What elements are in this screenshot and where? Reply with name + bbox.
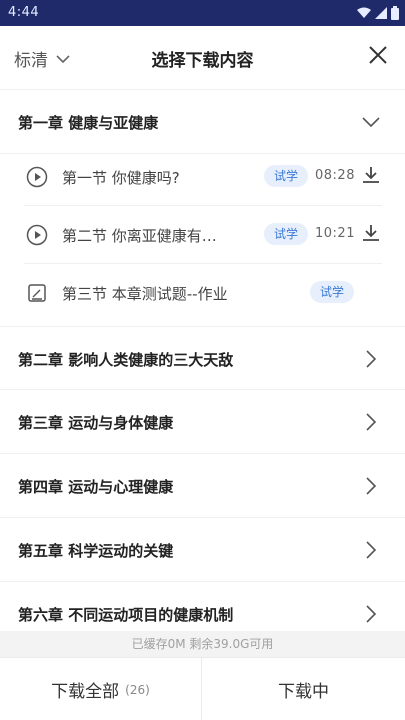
chapter-label: 第一章 健康与亚健康	[18, 114, 159, 132]
page-title: 选择下载内容	[151, 51, 254, 71]
dialog-header: 标清 选择下载内容	[0, 26, 405, 90]
close-button[interactable]	[365, 42, 391, 68]
play-circle-icon	[26, 166, 48, 188]
download-icon[interactable]	[360, 222, 382, 244]
battery-icon	[391, 6, 399, 20]
status-time: 4:44	[8, 5, 40, 20]
chapter-4-row[interactable]: 第四章 运动与心理健康	[0, 454, 405, 518]
close-icon	[369, 46, 387, 64]
downloading-button[interactable]: 下载中	[202, 658, 405, 720]
chevron-right-icon	[366, 350, 377, 368]
chapter-label: 第三章 运动与身体健康	[18, 414, 174, 432]
duration: 10:21	[315, 226, 355, 241]
section-label: 第二节 你离亚健康有…	[62, 227, 217, 245]
status-icons	[357, 6, 399, 20]
download-all-label: 下载全部	[51, 682, 120, 702]
chapter-label: 第二章 影响人类健康的三大天敌	[18, 351, 234, 369]
wifi-icon	[357, 7, 371, 18]
trial-badge: 试学	[264, 223, 309, 245]
chevron-right-icon	[366, 541, 377, 559]
chapter-label: 第四章 运动与心理健康	[18, 478, 174, 496]
section-label: 第一节 你健康吗?	[62, 169, 180, 187]
chapter-label: 第六章 不同运动项目的健康机制	[18, 606, 234, 624]
chevron-right-icon	[366, 605, 377, 623]
chapter-1-row[interactable]: 第一章 健康与亚健康	[0, 90, 405, 154]
chevron-right-icon	[366, 477, 377, 495]
footer: 下载全部 (26) 下载中	[0, 657, 405, 720]
section-row-3[interactable]: 第三节 本章测试题--作业 试学	[24, 264, 382, 322]
download-icon[interactable]	[360, 164, 382, 186]
chapter-2-row[interactable]: 第二章 影响人类健康的三大天敌	[0, 326, 405, 390]
chapter-label: 第五章 科学运动的关键	[18, 542, 174, 560]
section-label: 第三节 本章测试题--作业	[62, 285, 228, 303]
duration: 08:28	[315, 168, 355, 183]
status-bar: 4:44	[0, 0, 405, 26]
trial-badge: 试学	[264, 165, 309, 187]
download-count: (26)	[125, 682, 150, 697]
chevron-right-icon	[366, 413, 377, 431]
trial-badge: 试学	[310, 281, 355, 303]
section-row-1[interactable]: 第一节 你健康吗? 试学 08:28	[24, 148, 382, 206]
download-all-button[interactable]: 下载全部 (26)	[0, 658, 202, 720]
storage-info: 已缓存0M 剩余39.0G可用	[0, 631, 405, 657]
document-edit-icon	[28, 284, 46, 302]
chapter-3-row[interactable]: 第三章 运动与身体健康	[0, 390, 405, 454]
chapter-6-row[interactable]: 第六章 不同运动项目的健康机制	[0, 582, 405, 632]
chapter-5-row[interactable]: 第五章 科学运动的关键	[0, 518, 405, 582]
play-circle-icon	[26, 224, 48, 246]
signal-icon	[375, 7, 387, 19]
downloading-label: 下载中	[278, 682, 329, 702]
chevron-down-icon	[362, 117, 380, 128]
section-row-2[interactable]: 第二节 你离亚健康有… 试学 10:21	[24, 206, 382, 264]
